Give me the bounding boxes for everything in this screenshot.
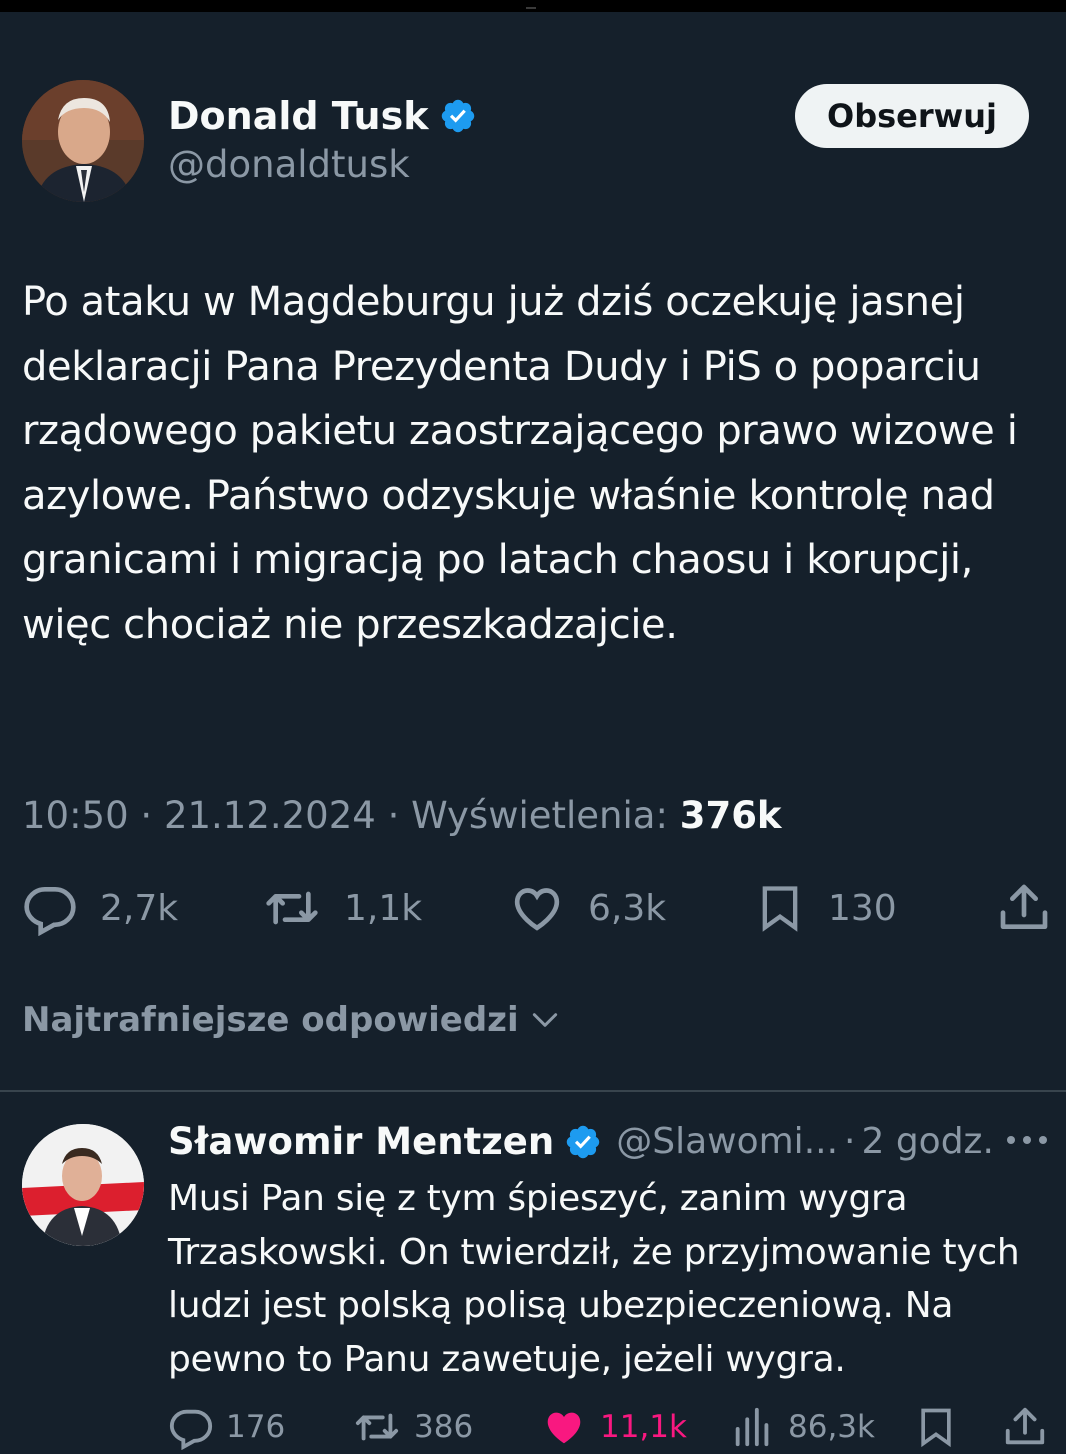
author-name[interactable]: Donald Tusk [168, 94, 429, 138]
views-label: Wyświetlenia: [411, 794, 668, 837]
reply-views-count: 86,3k [788, 1409, 875, 1445]
reply-like-button[interactable]: 11,1k [540, 1404, 687, 1450]
reply-header: Sławomir Mentzen @Slawomi... · 2 godz. [168, 1120, 994, 1163]
author-name-row: Donald Tusk [168, 94, 477, 138]
reply-button[interactable]: 2,7k [22, 880, 178, 936]
bookmark-icon [762, 886, 798, 932]
repost-icon [266, 891, 318, 925]
repost-icon [355, 1413, 399, 1441]
author-handle[interactable]: @donaldtusk [168, 143, 410, 186]
verified-badge-icon [567, 1125, 600, 1158]
views-count: 376k [679, 794, 782, 837]
avatar-image [22, 1124, 144, 1246]
bookmark-count: 130 [828, 887, 897, 929]
avatar-image [22, 80, 144, 202]
verified-badge-icon [441, 99, 474, 133]
reply-author-avatar[interactable] [22, 1124, 144, 1246]
bookmark-button[interactable]: 130 [754, 880, 897, 936]
reply-actions: 176 386 11,1k 86,3k [0, 1404, 1066, 1454]
share-button[interactable] [996, 880, 1052, 936]
views-icon [735, 1407, 769, 1447]
author-avatar[interactable] [22, 80, 144, 202]
reply-reply-button[interactable]: 176 [168, 1404, 285, 1450]
reply-time[interactable]: 2 godz. [861, 1121, 993, 1162]
reply-text: Musi Pan się z tym śpieszyć, zanim wygra… [168, 1178, 1020, 1380]
sort-label: Najtrafniejsze odpowiedzi [22, 1000, 519, 1040]
reply-repost-button[interactable]: 386 [352, 1404, 473, 1450]
repost-button[interactable]: 1,1k [262, 880, 422, 936]
status-bar [0, 0, 1066, 12]
notch-indicator [526, 7, 536, 9]
reply-count: 2,7k [100, 887, 179, 929]
tweet-date[interactable]: 21.12.2024 [164, 794, 376, 837]
repost-count: 1,1k [344, 887, 423, 929]
reply-like-count: 11,1k [600, 1409, 687, 1445]
meta-separator: · [387, 794, 412, 837]
header-separator: · [844, 1121, 856, 1162]
reply-icon [24, 887, 76, 936]
reply-icon [169, 1409, 213, 1450]
reply-repost-count: 386 [414, 1409, 474, 1445]
chevron-down-icon [532, 1013, 557, 1027]
tweet-actions: 2,7k 1,1k 6,3k 130 [0, 880, 1066, 942]
tweet-meta: 10:50 · 21.12.2024 · Wyświetlenia: 376k [22, 794, 782, 837]
reply-reply-count: 176 [226, 1409, 286, 1445]
reply-share-button[interactable] [1002, 1404, 1048, 1450]
like-button[interactable]: 6,3k [508, 880, 666, 936]
tweet-text: Po ataku w Magdeburgu już dziś oczekuję … [22, 279, 1018, 648]
share-icon [1005, 1407, 1045, 1445]
reply-bookmark-button[interactable] [914, 1404, 958, 1450]
bookmark-icon [921, 1408, 951, 1448]
meta-separator: · [140, 794, 164, 837]
share-icon [1000, 884, 1048, 929]
follow-button[interactable]: Obserwuj [795, 84, 1029, 148]
reply-author-handle[interactable]: @Slawomi... [616, 1121, 838, 1162]
replies-sort-dropdown[interactable]: Najtrafniejsze odpowiedzi [22, 1000, 561, 1040]
reply-author-name[interactable]: Sławomir Mentzen [168, 1120, 554, 1163]
divider [0, 1090, 1066, 1092]
like-icon [514, 888, 560, 931]
like-count: 6,3k [588, 887, 667, 929]
more-icon[interactable] [1004, 1130, 1050, 1150]
tweet-time[interactable]: 10:50 [22, 794, 129, 837]
reply-views-button[interactable]: 86,3k [730, 1404, 875, 1450]
like-icon [547, 1412, 581, 1444]
